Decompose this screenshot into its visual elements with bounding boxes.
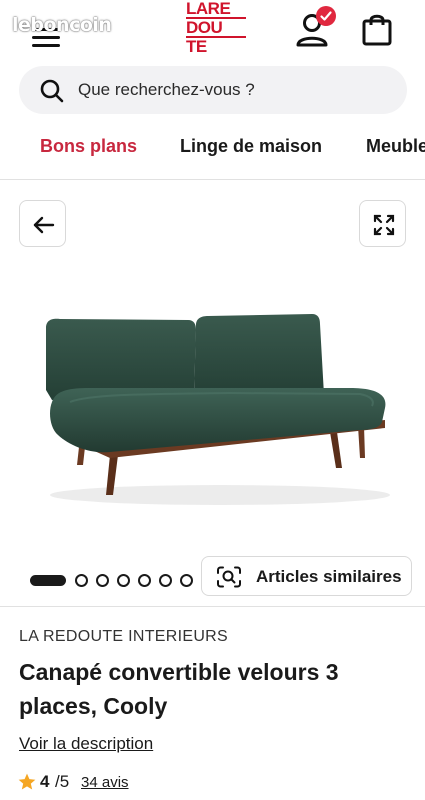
carousel-dot[interactable] [96,574,109,587]
header: leboncoin LARE DOU TE [0,0,425,66]
search-input[interactable]: Que recherchez-vous ? [19,66,407,114]
search-placeholder: Que recherchez-vous ? [78,80,255,99]
fullscreen-button[interactable] [359,200,406,247]
logo-line-2: DOU [186,19,246,38]
product-brand[interactable]: LA REDOUTE INTERIEURS [19,628,228,646]
expand-icon [373,214,395,236]
carousel-dot-active[interactable] [30,575,66,586]
logo-line-3: TE [186,38,207,56]
similar-articles-button[interactable]: Articles similaires [201,556,412,596]
carousel-dot[interactable] [159,574,172,587]
tab-meuble[interactable]: Meuble [366,136,425,157]
rating-max: /5 [55,772,70,791]
reviews-count-link[interactable]: 34 avis [81,774,129,791]
divider [0,606,425,607]
back-button[interactable] [19,200,66,247]
check-icon [316,6,336,26]
sofa-image[interactable] [30,290,400,520]
similar-articles-label: Articles similaires [256,567,402,586]
shopping-bag-icon[interactable] [360,12,396,48]
rating-value: 4 [40,772,50,791]
arrow-left-icon [33,216,55,234]
logo-line-1: LARE [186,0,246,19]
carousel-dot[interactable] [180,574,193,587]
category-tabs: Bons plans Linge de maison Meuble [0,126,425,168]
logo[interactable]: LARE DOU TE [186,0,246,58]
watermark: leboncoin [12,14,112,36]
carousel-dot[interactable] [138,574,151,587]
divider [0,179,425,180]
tab-bons-plans[interactable]: Bons plans [40,136,137,157]
star-icon [18,773,36,790]
view-description-link[interactable]: Voir la description [19,734,153,754]
search-icon [40,79,64,103]
product-title: Canapé convertible velours 3 places, Coo… [19,659,339,719]
tab-linge-de-maison[interactable]: Linge de maison [180,136,322,157]
image-search-icon [217,566,241,588]
carousel-dot[interactable] [75,574,88,587]
carousel-dot[interactable] [117,574,130,587]
